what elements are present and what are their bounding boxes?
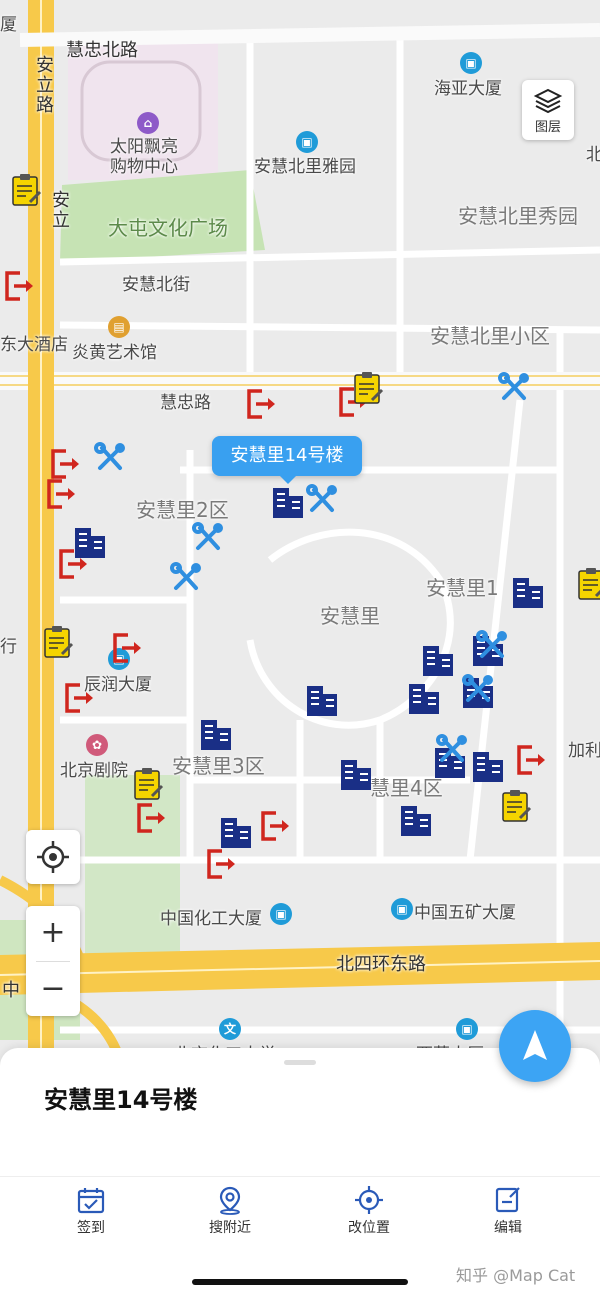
- exit-marker[interactable]: [204, 846, 240, 882]
- exit-marker[interactable]: [56, 546, 92, 582]
- location-pin-icon: [219, 1186, 241, 1215]
- label-haiya: 海亚大厦: [434, 79, 502, 99]
- building-marker[interactable]: [338, 756, 374, 792]
- sheet-title: 安慧里14号楼: [44, 1086, 198, 1114]
- note-marker[interactable]: [40, 624, 76, 660]
- note-marker[interactable]: [498, 788, 534, 824]
- edit-label: 编辑: [494, 1220, 522, 1236]
- crosshair-icon: [355, 1186, 383, 1214]
- note-marker[interactable]: [8, 172, 44, 208]
- search-nearby-button[interactable]: 搜附近: [175, 1177, 285, 1247]
- edit-button[interactable]: 编辑: [453, 1177, 563, 1247]
- zoom-control: + −: [26, 906, 80, 1016]
- building-marker[interactable]: [510, 574, 546, 610]
- label-hotel: 东大酒店: [0, 335, 68, 355]
- zoom-in-button[interactable]: +: [26, 906, 80, 960]
- exit-marker[interactable]: [44, 476, 80, 512]
- building-marker[interactable]: [270, 484, 306, 520]
- layer-button[interactable]: 图层: [522, 80, 574, 140]
- crosshair-icon: [37, 841, 69, 873]
- action-bar: 签到 搜附近 改位置 编辑: [0, 1176, 600, 1247]
- exit-marker[interactable]: [258, 808, 294, 844]
- label-north-4th-ring: 北四环东路: [336, 954, 426, 975]
- note-marker[interactable]: [350, 370, 386, 406]
- label-anhui-north-xiaoqu: 安慧北里小区: [430, 324, 550, 348]
- note-marker[interactable]: [130, 766, 166, 802]
- exit-marker[interactable]: [62, 680, 98, 716]
- label-anhui-north-yayuan: 安慧北里雅园: [254, 157, 356, 177]
- label-jiali: 加利: [568, 741, 600, 761]
- label-zhong: 中: [2, 980, 20, 1001]
- exit-marker[interactable]: [514, 742, 550, 778]
- label-chem-building: 中国化工大厦: [160, 909, 262, 929]
- building-marker[interactable]: [470, 748, 506, 784]
- label-datun-plaza: 大屯文化广场: [108, 216, 228, 240]
- label-huizhong-north-road: 慧忠北路: [66, 40, 138, 61]
- sheet-drag-handle[interactable]: [284, 1060, 316, 1065]
- map-view[interactable]: ⌂ ▣ ▣ ▤ ▣ ✿ ▣ ▣ 文 ▣ 慧忠北路 安立路 安立 厦 海亚大厦 太…: [0, 0, 600, 1060]
- label-beijing-theater: 北京剧院: [60, 761, 128, 781]
- label-anhuili-3: 安慧里3区: [172, 754, 265, 778]
- building-marker[interactable]: [198, 716, 234, 752]
- tool-marker[interactable]: [496, 370, 532, 406]
- exit-marker[interactable]: [110, 630, 146, 666]
- building-marker[interactable]: [398, 802, 434, 838]
- label-taiyang-2: 购物中心: [110, 157, 178, 177]
- tool-marker[interactable]: [92, 440, 128, 476]
- label-huizhong-road: 慧忠路: [160, 393, 211, 413]
- selected-building-tooltip[interactable]: 安慧里14号楼: [212, 436, 362, 484]
- tool-marker[interactable]: [168, 560, 204, 596]
- change-location-button[interactable]: 改位置: [314, 1177, 424, 1247]
- label-anhui-north-xiuyuan: 安慧北里秀园: [458, 204, 578, 228]
- label-anli-road-2: 安立: [49, 190, 70, 230]
- tool-marker[interactable]: [460, 672, 496, 708]
- zoom-out-button[interactable]: −: [26, 962, 80, 1016]
- label-anhuili-2: 安慧里2区: [136, 498, 229, 522]
- building-marker[interactable]: [218, 814, 254, 850]
- exit-marker[interactable]: [244, 386, 280, 422]
- layers-icon: [533, 88, 563, 114]
- change-location-label: 改位置: [348, 1220, 390, 1236]
- building-marker[interactable]: [304, 682, 340, 718]
- watermark: 知乎 @Map Cat: [456, 1266, 576, 1285]
- exit-marker[interactable]: [134, 800, 170, 836]
- label-edge-sha: 厦: [0, 15, 17, 35]
- layer-button-label: 图层: [534, 120, 561, 135]
- tool-marker[interactable]: [434, 732, 470, 768]
- tool-marker[interactable]: [304, 482, 340, 518]
- label-edge-hang: 行: [0, 637, 17, 657]
- home-indicator[interactable]: [192, 1279, 408, 1285]
- label-anhuili: 安慧里: [320, 604, 380, 628]
- checkin-label: 签到: [77, 1220, 105, 1236]
- calendar-check-icon: [77, 1188, 105, 1214]
- search-nearby-label: 搜附近: [209, 1220, 251, 1236]
- tool-marker[interactable]: [474, 628, 510, 664]
- label-minmetals: 中国五矿大厦: [414, 903, 516, 923]
- navigate-button[interactable]: [499, 1010, 571, 1082]
- note-marker[interactable]: [574, 566, 600, 602]
- locate-button[interactable]: [26, 830, 80, 884]
- label-anhui-north-street: 安慧北街: [122, 275, 190, 295]
- exit-marker[interactable]: [2, 268, 38, 304]
- navigation-arrow-icon: [523, 1030, 547, 1060]
- building-marker[interactable]: [420, 642, 456, 678]
- edit-icon: [495, 1187, 520, 1213]
- checkin-button[interactable]: 签到: [36, 1177, 146, 1247]
- label-yanhuang: 炎黄艺术馆: [72, 343, 157, 363]
- tool-marker[interactable]: [190, 520, 226, 556]
- label-edge-b: 北: [586, 145, 600, 165]
- label-anhuili-1: 安慧里1: [426, 576, 499, 600]
- building-marker[interactable]: [406, 680, 442, 716]
- label-anli-road: 安立路: [33, 55, 54, 115]
